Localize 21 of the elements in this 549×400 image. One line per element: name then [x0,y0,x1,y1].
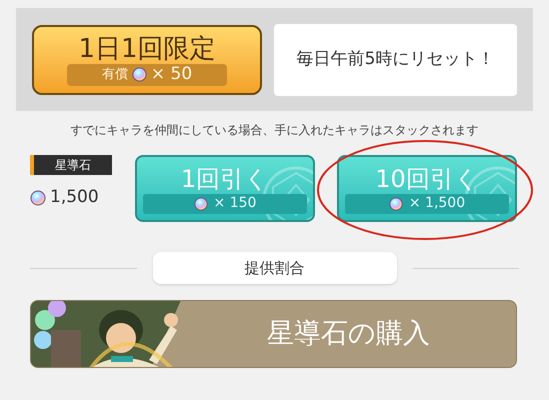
gem-icon [30,190,46,206]
draw-cost: × 1,500 [408,194,466,213]
gem-icon [388,196,403,210]
speech-bubble-text: 毎日午前5時にリセット！ [296,48,494,71]
gem-icon [194,196,208,210]
draw-button-label: 1回引く [180,164,270,194]
draw-button[interactable]: 1回引く × 150 [135,155,315,222]
offer-cost: × 50 [150,62,192,86]
offer-cost-label: 有償 [102,66,128,84]
purchase-banner-label: 星導石の購入 [266,316,431,351]
currency-amount: 1,500 [50,186,99,209]
purchase-banner[interactable]: 星導石の購入 [30,300,517,368]
currency-label: 星導石 [30,155,112,175]
gem-icon [132,67,147,82]
limited-offer-title: 1日1回限定 [78,34,216,64]
draw-button[interactable]: 10回引く × 1,500 [337,155,517,222]
limited-offer-button[interactable]: 1日1回限定 有償 × 50 [32,24,262,94]
draw-cost: × 150 [214,194,256,213]
notice-text: すでにキャラを仲間にしている場合、手に入れたキャラはスタックされます [70,122,478,139]
draw-button-label: 10回引く [375,164,479,194]
rates-button[interactable]: 提供割合 [152,252,396,284]
